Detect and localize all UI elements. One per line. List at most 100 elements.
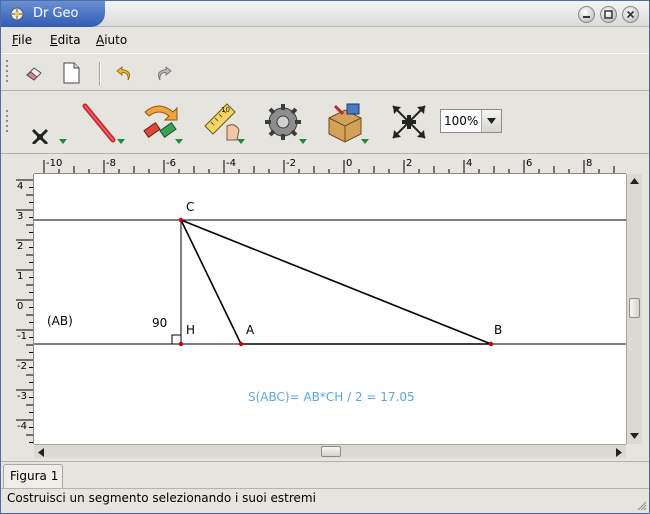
transformation-tool-icon <box>143 105 178 138</box>
label-b[interactable]: B <box>494 323 502 337</box>
figure-tabs: Figura 1 <box>1 461 649 488</box>
maximize-button[interactable] <box>600 6 617 23</box>
redo-icon <box>158 66 172 81</box>
ruler-label: 2 <box>406 158 413 169</box>
transformation-tool-dropdown-icon <box>175 139 183 144</box>
label-c[interactable]: C <box>186 200 194 214</box>
measure-tool-dropdown-icon <box>237 139 245 144</box>
label-h[interactable]: H <box>186 323 195 337</box>
chevron-down-icon <box>487 118 496 124</box>
menu-help[interactable]: Aiuto <box>96 33 127 47</box>
menu-file-label-rest: ile <box>18 33 33 47</box>
menu-bar: File Edita Aiuto <box>1 28 649 52</box>
ruler-label: -6 <box>166 158 176 169</box>
ruler-label: -4 <box>226 158 236 169</box>
point-tool-dropdown-icon <box>59 139 67 144</box>
menu-edit-mnemonic: E <box>50 33 58 47</box>
main-toolbar <box>1 53 649 91</box>
macro-tool-icon <box>265 104 301 140</box>
minimize-icon <box>583 16 590 18</box>
close-button[interactable] <box>622 6 639 23</box>
ruler-label: -8 <box>106 158 116 169</box>
measure-tool-icon: 10 <box>204 103 240 141</box>
zoom-combo[interactable]: 100% <box>440 109 502 133</box>
ruler-label: 8 <box>586 158 593 169</box>
vertical-scroll-thumb[interactable] <box>629 298 640 318</box>
title-bar[interactable]: Dr Geo <box>1 1 649 27</box>
point-b[interactable] <box>488 341 494 347</box>
ruler-label: -10 <box>46 158 63 169</box>
tab-figure-1[interactable]: Figura 1 <box>3 464 63 488</box>
ruler-label: 1 <box>17 271 24 282</box>
toolbar-separator <box>99 62 101 86</box>
svg-text:10: 10 <box>221 106 230 114</box>
transformation-tool[interactable] <box>133 98 185 150</box>
new-document-icon <box>63 62 80 84</box>
misc-tool-dropdown-icon <box>361 139 369 144</box>
point-h[interactable] <box>178 341 184 347</box>
line-tool[interactable] <box>75 98 127 150</box>
point-tool-icon <box>31 128 49 144</box>
ruler-label: 6 <box>526 158 533 169</box>
ruler-label: 0 <box>346 158 353 169</box>
tools-grip[interactable] <box>5 110 9 135</box>
point-a[interactable] <box>238 341 244 347</box>
toolbar-grip[interactable] <box>5 60 9 85</box>
redo-button[interactable] <box>150 60 176 86</box>
misc-tool[interactable] <box>319 98 371 150</box>
menu-help-mnemonic: A <box>96 33 105 47</box>
label-line-ab[interactable]: (AB) <box>47 314 73 328</box>
ruler-label: -3 <box>17 391 27 402</box>
line-tool-dropdown-icon <box>117 139 125 144</box>
macro-tool-dropdown-icon <box>299 139 307 144</box>
move-tool[interactable] <box>381 98 433 150</box>
label-a[interactable]: A <box>246 323 254 337</box>
canvas-area: -10 -8 -6 -4 -2 0 2 4 6 8 4 3 2 1 0 -1 -2 -3 -4 C H A <box>14 157 642 458</box>
point-tool[interactable] <box>17 98 69 150</box>
macro-tool[interactable] <box>257 98 309 150</box>
zoom-dropdown-button[interactable] <box>481 110 501 132</box>
close-icon <box>626 10 635 19</box>
point-c[interactable] <box>178 217 184 223</box>
app-icon <box>10 7 24 21</box>
minimize-button[interactable] <box>578 6 595 23</box>
new-document-button[interactable] <box>58 60 84 86</box>
app-window: Dr Geo File Edita Aiuto 10 100% -10 -8 -… <box>0 0 650 514</box>
menu-file[interactable]: File <box>12 33 32 47</box>
eraser-button[interactable] <box>21 60 47 86</box>
drawing-area[interactable]: C H A B (AB) 90 S(ABC)= AB*CH / 2 = 17.0… <box>34 174 626 444</box>
undo-button[interactable] <box>112 60 138 86</box>
eraser-icon <box>26 67 42 81</box>
ruler-label: 2 <box>17 241 24 252</box>
scroll-down-icon[interactable] <box>630 433 639 439</box>
ruler-label: -4 <box>17 421 27 432</box>
horizontal-scroll-thumb[interactable] <box>321 446 341 457</box>
label-angle[interactable]: 90 <box>152 316 167 330</box>
scroll-up-icon[interactable] <box>630 178 639 184</box>
ruler-label: -1 <box>17 331 27 342</box>
scroll-right-icon[interactable] <box>616 448 622 457</box>
zoom-value[interactable]: 100% <box>441 110 481 132</box>
measure-tool[interactable]: 10 <box>195 98 247 150</box>
scroll-left-icon[interactable] <box>38 448 44 457</box>
menu-edit[interactable]: Edita <box>50 33 81 47</box>
menu-edit-label-rest: dita <box>57 33 81 47</box>
line-tool-icon <box>82 103 116 143</box>
triangle-abc[interactable] <box>180 219 492 345</box>
horizontal-ruler: -10 -8 -6 -4 -2 0 2 4 6 8 <box>34 157 626 174</box>
status-bar: Costruisci un segmento selezionando i su… <box>1 488 649 513</box>
vertical-scrollbar[interactable] <box>626 174 642 444</box>
horizontal-scrollbar[interactable] <box>34 444 626 458</box>
horizontal-ruler-ticks <box>43 160 615 173</box>
ruler-label: 4 <box>17 181 24 192</box>
ruler-label: 0 <box>17 301 24 312</box>
ruler-label: 4 <box>466 158 473 169</box>
window-title: Dr Geo <box>33 6 79 21</box>
ruler-label: -2 <box>286 158 296 169</box>
undo-icon <box>116 66 130 81</box>
resize-grip-icon[interactable] <box>635 499 647 511</box>
area-formula-text[interactable]: S(ABC)= AB*CH / 2 = 17.05 <box>248 390 415 404</box>
title-tab: Dr Geo <box>1 1 105 27</box>
maximize-icon <box>604 10 613 19</box>
move-tool-icon <box>392 105 426 139</box>
